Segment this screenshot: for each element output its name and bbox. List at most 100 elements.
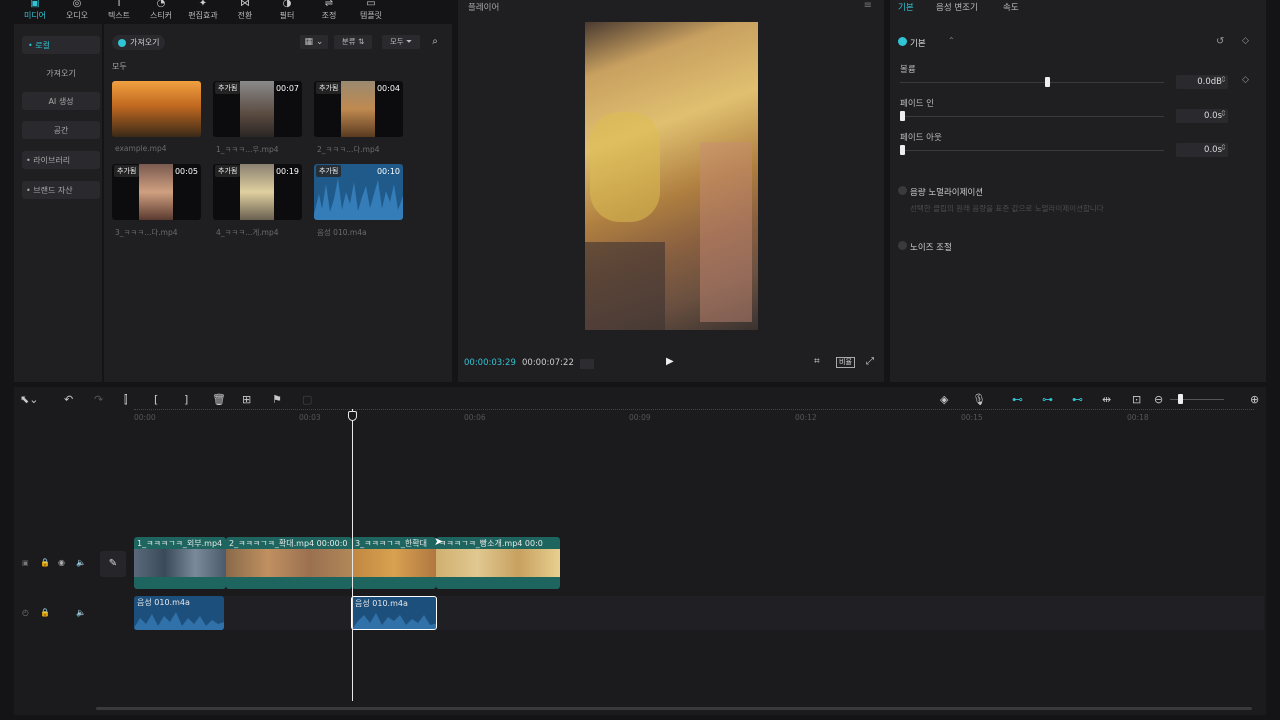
ruler-tick: 00:03 (299, 413, 321, 422)
audio-track-icon[interactable]: ◴ (22, 608, 29, 617)
zoom-out-icon[interactable]: ⊖ (1154, 393, 1163, 406)
volume-slider-knob[interactable] (1045, 77, 1051, 87)
undo-icon[interactable]: ↶ (64, 393, 73, 406)
menu-icon[interactable]: ≡ (864, 0, 872, 11)
horizontal-scrollbar[interactable] (96, 707, 1252, 710)
video-clip[interactable]: ㅋㅋㅋㄱㅋ_빵소개.mp4 00:0 (436, 537, 560, 589)
effects-icon: ✦ (198, 0, 208, 9)
redo-icon: ↷ (94, 393, 104, 406)
media-tile-1[interactable] (112, 81, 201, 137)
fadein-slider-knob[interactable] (900, 111, 905, 121)
speaker-icon[interactable]: 🔈 (76, 608, 86, 617)
fadeout-slider-knob[interactable] (900, 145, 905, 155)
speaker-icon[interactable]: 🔈 (76, 558, 86, 567)
zoom-fit-icon[interactable]: ⊕ (1250, 393, 1259, 406)
video-clip[interactable]: 1_ㅋㅋㅋㄱㅋ_외부.mp4 (134, 537, 226, 589)
magnet-icon[interactable]: ⊶ (1042, 393, 1053, 406)
noise-checkbox[interactable] (898, 241, 907, 250)
collapse-icon[interactable]: ⌃ (948, 36, 955, 45)
tab-speed[interactable]: 속도 (1003, 1, 1019, 13)
timeline-ruler[interactable] (134, 409, 1254, 410)
media-tile-5[interactable]: 추가됨 00:19 (213, 164, 302, 220)
nav-sticker[interactable]: ◔ 스티커 (140, 0, 182, 22)
nav-audio[interactable]: ◎ 오디오 (56, 0, 98, 22)
play-button[interactable]: ▶ (666, 356, 674, 367)
audio-clip[interactable]: 음성 010.m4a (134, 596, 224, 630)
filter-button[interactable]: 모두 ⏷ (382, 35, 420, 49)
fadeout-slider[interactable] (900, 150, 1164, 151)
screenshot-icon[interactable]: ⌗ (814, 356, 820, 367)
freeze-icon[interactable]: ⊞ (242, 393, 251, 406)
media-icon: ▣ (30, 0, 40, 9)
media-tile-name: 4_ㅋㅋㅋ...게.mp4 (216, 228, 279, 237)
sidebar-item-import[interactable]: 가져오기 (22, 64, 100, 82)
audio-track (134, 596, 1264, 630)
split-icon[interactable]: ⫿ (124, 393, 128, 407)
nav-effects[interactable]: ✦ 편집효과 (182, 0, 224, 22)
nav-filter[interactable]: ◑ 필터 (266, 0, 308, 22)
center-icon[interactable]: ⇹ (1102, 393, 1111, 406)
player-title: 플레이어 (468, 3, 500, 13)
audio-clip-selected[interactable]: 음성 010.m4a (351, 596, 437, 630)
fullscreen-icon[interactable]: ⤢ (866, 356, 874, 367)
video-preview[interactable] (585, 22, 758, 330)
edit-cover-button[interactable]: ✎ (100, 551, 126, 577)
ratio-button[interactable]: 비율 (836, 357, 855, 368)
view-toggle-button[interactable]: ▦ ⌄ (300, 35, 328, 49)
nav-text[interactable]: T 텍스트 (98, 0, 140, 22)
timeline-panel: ⬉⌄ ↶ ↷ ⫿ [ ] 🗑 ⊞ ⚑ ▢ ◈ 🎙 ⊷ ⊶ ⊷ ⇹ ⊡ ⊖ ⊕ 0… (14, 387, 1266, 715)
link-icon[interactable]: ⊷ (1012, 393, 1023, 406)
sidebar-item-brand[interactable]: • 브랜드 자산 (22, 181, 100, 199)
tab-basic[interactable]: 기본 (898, 1, 914, 13)
sidebar-item-library[interactable]: • 라이브러리 (22, 151, 100, 169)
video-clip[interactable]: 2_ㅋㅋㅋㄱㅋ_확대.mp4 00:00:0 (226, 537, 352, 589)
stepper-icon[interactable]: ⇕ (1220, 75, 1227, 84)
marker-icon[interactable]: ⚑ (272, 393, 282, 406)
delete-icon[interactable]: 🗑 (212, 393, 226, 406)
nav-transition[interactable]: ⋈ 전환 (224, 0, 266, 22)
nav-adjust[interactable]: ⇌ 조정 (308, 0, 350, 22)
normalize-checkbox[interactable] (898, 186, 907, 195)
thumbnail-icon[interactable]: ⊡ (1132, 393, 1141, 406)
lock-icon[interactable]: 🔒 (40, 608, 50, 617)
media-tile-4[interactable]: 추가됨 00:05 (112, 164, 201, 220)
search-icon[interactable]: ⌕ (426, 35, 444, 49)
microphone-icon[interactable]: 🎙 (972, 393, 986, 406)
split-left-icon[interactable]: [ (154, 393, 158, 406)
template-icon: ▭ (366, 0, 376, 9)
basic-checkbox[interactable] (898, 37, 907, 46)
preview-axis-icon[interactable]: ⊷ (1072, 393, 1083, 406)
fadein-slider[interactable] (900, 116, 1164, 117)
sidebar-item-local[interactable]: • 로컬 (22, 36, 100, 54)
stepper-icon[interactable]: ⇕ (1220, 109, 1227, 118)
playhead[interactable] (352, 409, 353, 701)
lock-icon[interactable]: 🔒 (40, 558, 50, 567)
select-tool-icon[interactable]: ⬉⌄ (20, 393, 38, 406)
sidebar-item-space[interactable]: 공간 (22, 121, 100, 139)
media-panel: 가져오기 ▦ ⌄ 분류 ⇅ 모두 ⏷ ⌕ 모두 example.mp4 추가됨 … (104, 24, 452, 382)
pencil-icon: ✎ (108, 558, 118, 569)
split-right-icon[interactable]: ] (184, 393, 188, 406)
keyframe-icon[interactable]: ◇ (1242, 75, 1249, 85)
eye-icon[interactable]: ◉ (58, 558, 65, 567)
tab-voice-changer[interactable]: 음성 변조기 (936, 1, 978, 13)
media-tile-name: 2_ㅋㅋㅋ...다.mp4 (317, 145, 380, 154)
volume-slider[interactable] (900, 82, 1164, 83)
playhead-handle[interactable] (348, 411, 357, 421)
media-tile-3[interactable]: 추가됨 00:04 (314, 81, 403, 137)
video-clip[interactable]: 3_ㅋㅋㅋㄱㅋ_한확대 (352, 537, 436, 589)
keyframe-icon[interactable]: ◇ (1242, 36, 1249, 46)
track-cover-icon[interactable]: ▣ (22, 559, 29, 567)
nav-template[interactable]: ▭ 템플릿 (350, 0, 392, 22)
timecode-format-icon[interactable] (580, 359, 594, 369)
import-button[interactable]: 가져오기 (112, 35, 166, 50)
sidebar-item-ai[interactable]: AI 생성 (22, 92, 100, 110)
stepper-icon[interactable]: ⇕ (1220, 143, 1227, 152)
sort-button[interactable]: 분류 ⇅ (334, 35, 372, 49)
zoom-slider-knob[interactable] (1178, 394, 1183, 404)
media-tile-2[interactable]: 추가됨 00:07 (213, 81, 302, 137)
media-tile-6[interactable]: 추가됨 00:10 (314, 164, 403, 220)
reset-icon[interactable]: ↺ (1216, 36, 1224, 47)
auto-snap-icon[interactable]: ◈ (940, 393, 948, 406)
nav-media[interactable]: ▣ 미디어 (14, 0, 56, 22)
